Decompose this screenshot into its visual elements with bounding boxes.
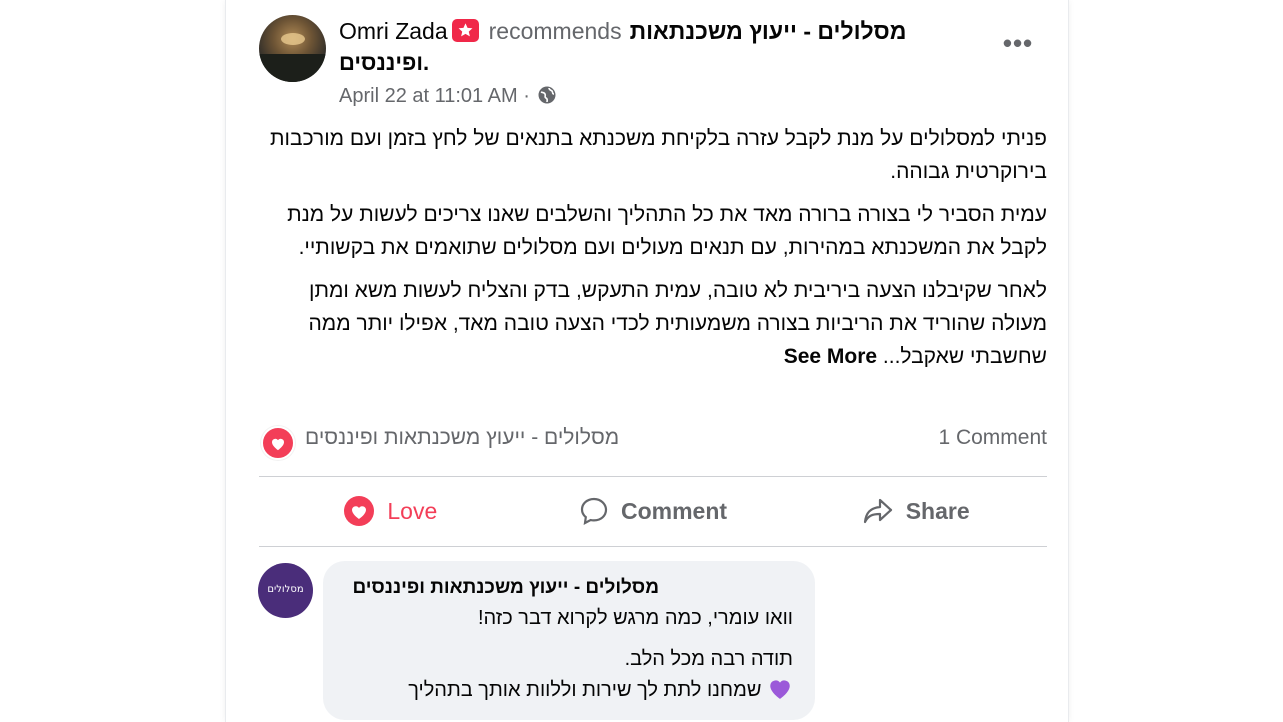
reactor-name[interactable]: מסלולים - ייעוץ משכנתאות ופיננסים [305,426,619,450]
post-timestamp[interactable]: April 22 at 11:01 AM [339,85,518,107]
commenter-name[interactable]: מסלולים - ייעוץ משכנתאות ופיננסים [352,577,659,599]
comment-icon [580,497,608,525]
recommended-page-link[interactable]: מסלולים - ייעוץ משכנתאות [630,18,907,44]
post-paragraph: עמית הסביר לי בצורה ברורה מאד את כל התהל… [287,203,1047,259]
more-options-button[interactable]: ••• [1001,28,1035,62]
comment-line: וואו עומרי, כמה מרגש לקרוא דבר כזה! [477,607,793,629]
comment-line: תודה רבה מכל הלב. [624,648,793,670]
recommend-badge-icon [451,19,479,42]
comment-bubble: מסלולים - ייעוץ משכנתאות ופיננסים וואו ע… [323,561,815,720]
purple-heart-icon [767,676,793,710]
divider [259,546,1047,547]
love-button[interactable]: Love [259,485,522,537]
share-icon [863,498,892,524]
divider [259,476,1047,477]
post-paragraph: פניתי למסלולים על מנת לקבל עזרה בלקיחת מ… [270,127,1047,183]
commenter-avatar[interactable]: מסלולים [258,563,313,618]
recommends-text: recommends [488,18,622,44]
share-button[interactable]: Share [784,485,1047,537]
recommended-page-link-cont[interactable]: ופיננסים. [339,48,429,78]
meta-separator: · [523,85,530,107]
page-logo: מסלולים [267,584,304,595]
post-card: Omri Zada recommends מסלולים - ייעוץ משכנת… [225,0,1069,722]
see-more-link[interactable]: See More [784,345,877,368]
comment-count[interactable]: 1 Comment [938,426,1047,450]
heart-icon[interactable] [261,426,295,460]
share-label: Share [905,497,970,524]
post-body: פניתי למסלולים על מנת לקבל עזרה בלקיחת מ… [270,122,1047,383]
comment-label: Comment [620,497,728,524]
comment-line-with-emoji: שמחנו לתת לך שירות וללוות אותך בתהליך [333,675,793,710]
comment-button[interactable]: Comment [522,485,785,537]
post-paragraph: לאחר שקיבלנו הצעה ביריבית לא טובה, עמית … [308,279,1048,368]
author-avatar[interactable] [259,15,326,82]
love-label: Love [387,497,438,524]
author-name[interactable]: Omri Zada [339,18,448,44]
heart-icon [344,496,375,526]
comment-text: וואו עומרי, כמה מרגש לקרוא דבר כזה! תודה… [333,603,793,710]
post-header: Omri Zada recommends מסלולים - ייעוץ משכנת… [339,15,939,47]
reactions-summary: מסלולים - ייעוץ משכנתאות ופיננסים 1 Comm… [259,420,1047,460]
action-bar: Love Comment Share [259,485,1047,537]
globe-icon [537,85,557,113]
post-meta: April 22 at 11:01 AM · [339,82,557,113]
